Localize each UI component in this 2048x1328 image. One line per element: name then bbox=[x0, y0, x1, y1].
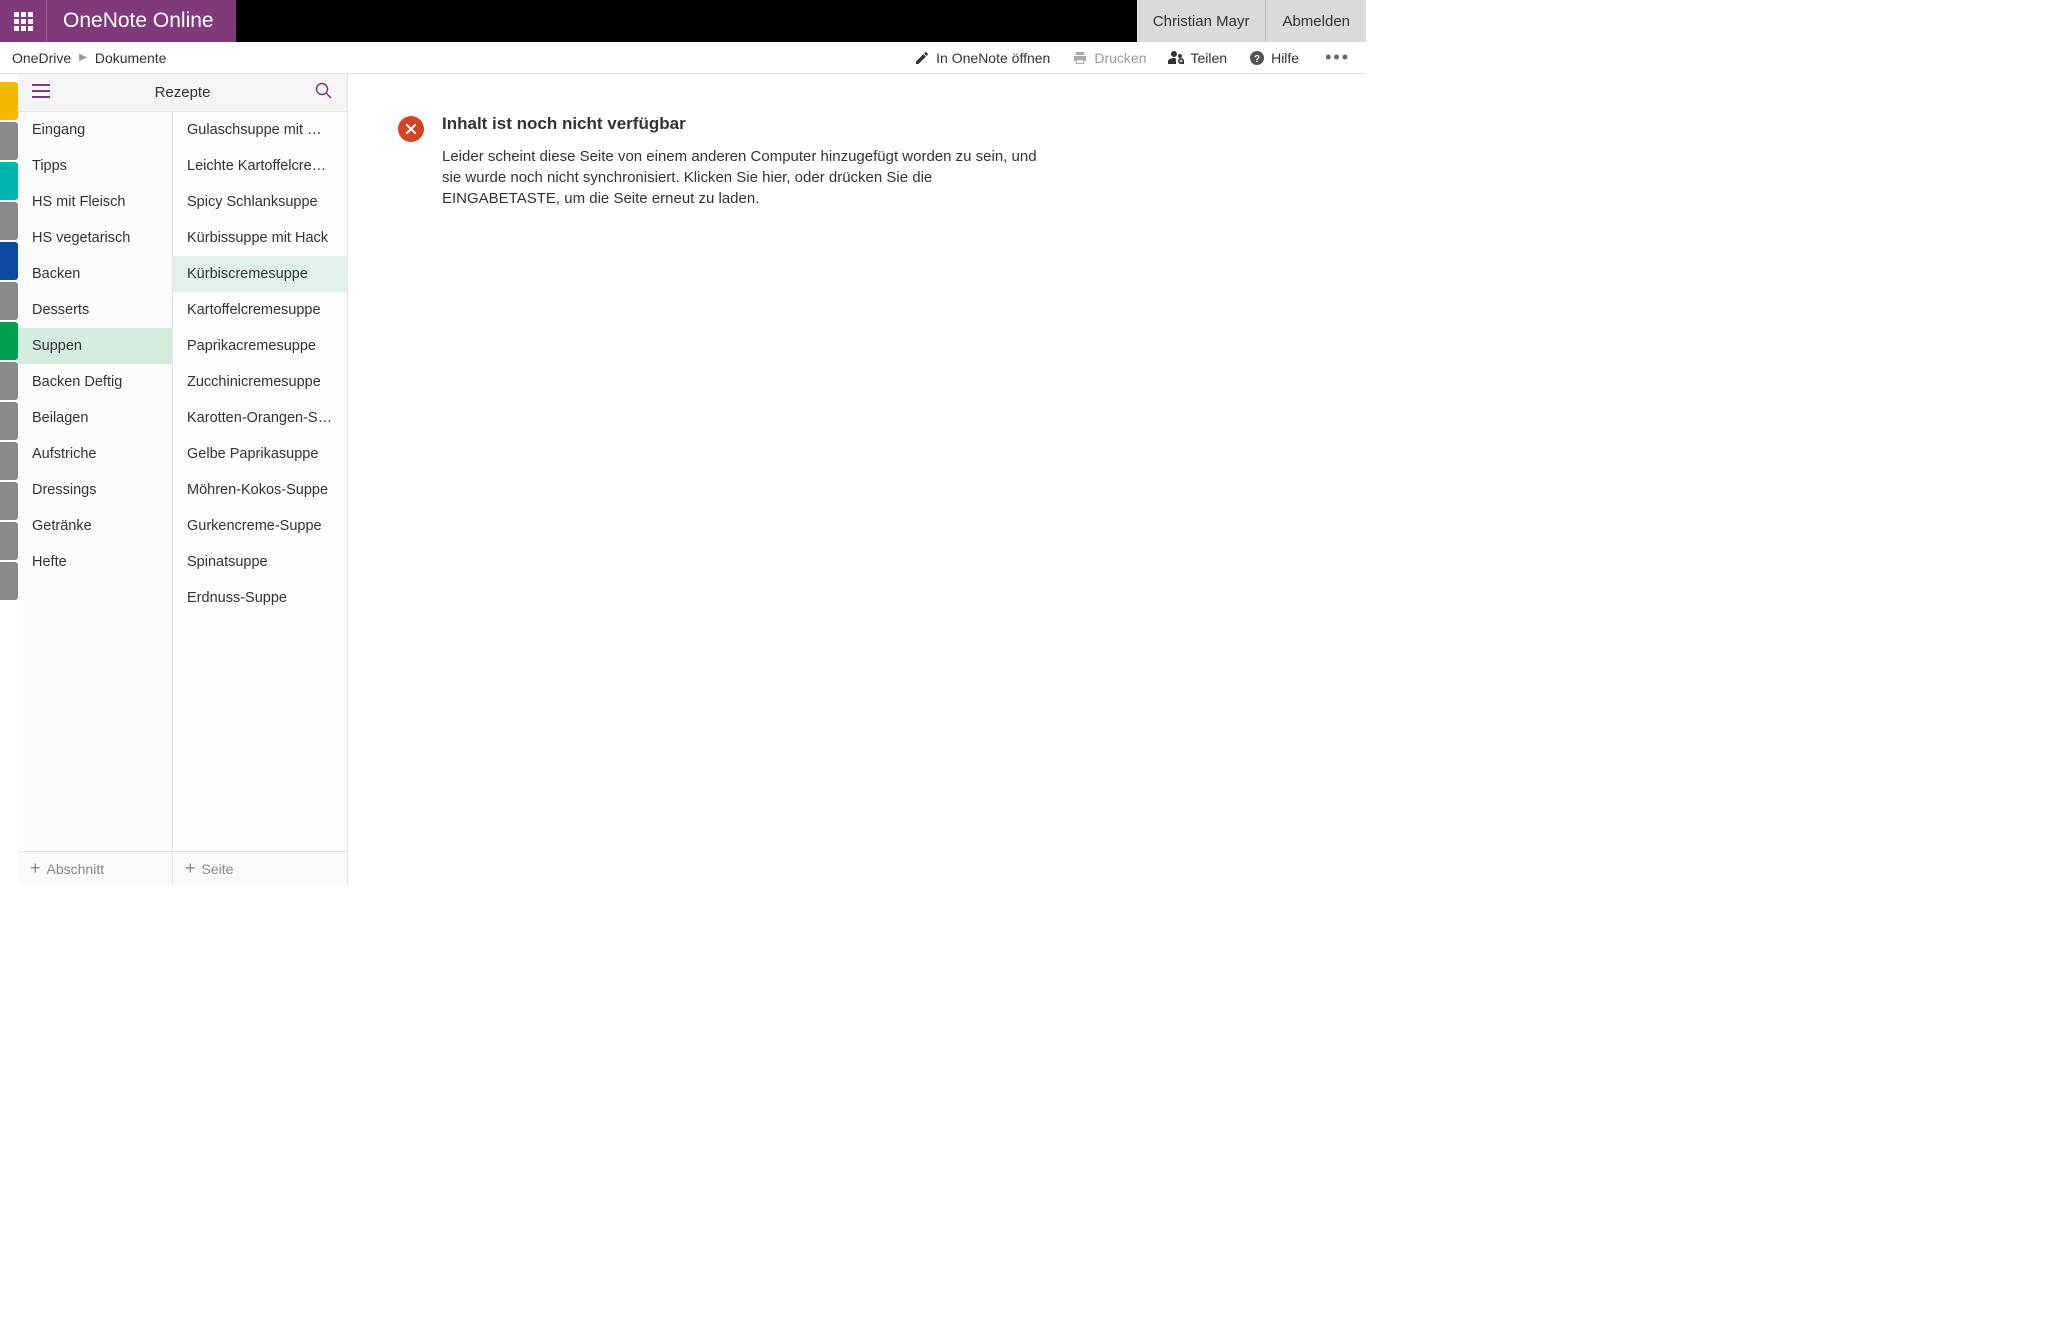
notebook-title: Rezepte bbox=[54, 84, 311, 101]
add-page-button[interactable]: + Seite bbox=[173, 852, 347, 885]
section-item[interactable]: Backen Deftig bbox=[18, 364, 172, 400]
top-header: OneNote Online Christian Mayr Abmelden bbox=[0, 0, 1366, 42]
error-panel: Inhalt ist noch nicht verfügbar Leider s… bbox=[398, 114, 1038, 209]
section-color-tab[interactable] bbox=[0, 362, 18, 400]
section-color-strip bbox=[0, 74, 18, 885]
help-icon: ? bbox=[1249, 50, 1265, 66]
section-item[interactable]: Getränke bbox=[18, 508, 172, 544]
page-item[interactable]: Gulaschsuppe mit Mini… bbox=[173, 112, 347, 148]
page-item[interactable]: Erdnuss-Suppe bbox=[173, 580, 347, 616]
page-item[interactable]: Möhren-Kokos-Suppe bbox=[173, 472, 347, 508]
pencil-icon bbox=[914, 50, 930, 66]
ellipsis-icon: ••• bbox=[1325, 47, 1350, 67]
section-color-tab[interactable] bbox=[0, 162, 18, 200]
add-page-label: Seite bbox=[202, 861, 234, 877]
printer-icon bbox=[1072, 50, 1088, 66]
section-color-tab[interactable] bbox=[0, 522, 18, 560]
section-item[interactable]: Tipps bbox=[18, 148, 172, 184]
pages-list[interactable]: Gulaschsuppe mit Mini…Leichte Kartoffelc… bbox=[173, 112, 347, 851]
sections-list: EingangTippsHS mit FleischHS vegetarisch… bbox=[18, 112, 173, 851]
pages-list-container: Gulaschsuppe mit Mini…Leichte Kartoffelc… bbox=[173, 112, 347, 851]
page-item[interactable]: Kartoffelcremesuppe bbox=[173, 292, 347, 328]
section-color-tab[interactable] bbox=[0, 402, 18, 440]
section-item[interactable]: HS vegetarisch bbox=[18, 220, 172, 256]
section-item[interactable]: Beilagen bbox=[18, 400, 172, 436]
chevron-right-icon: ▶ bbox=[79, 52, 87, 63]
section-color-tab[interactable] bbox=[0, 322, 18, 360]
add-section-label: Abschnitt bbox=[47, 861, 105, 877]
waffle-icon bbox=[14, 12, 33, 31]
section-item[interactable]: Hefte bbox=[18, 544, 172, 580]
print-button[interactable]: Drucken bbox=[1072, 50, 1146, 66]
plus-icon: + bbox=[185, 858, 196, 879]
share-label: Teilen bbox=[1190, 50, 1227, 66]
more-menu-button[interactable]: ••• bbox=[1321, 47, 1354, 68]
page-item[interactable]: Kürbissuppe mit Hack bbox=[173, 220, 347, 256]
app-launcher-button[interactable] bbox=[0, 0, 46, 42]
section-color-tab[interactable] bbox=[0, 562, 18, 600]
help-label: Hilfe bbox=[1271, 50, 1299, 66]
nav-menu-button[interactable] bbox=[28, 80, 54, 105]
section-color-tab[interactable] bbox=[0, 242, 18, 280]
svg-text:?: ? bbox=[1254, 54, 1260, 65]
share-button[interactable]: Teilen bbox=[1168, 50, 1227, 66]
section-item[interactable]: Backen bbox=[18, 256, 172, 292]
breadcrumb-root[interactable]: OneDrive bbox=[12, 50, 71, 66]
open-in-onenote-label: In OneNote öffnen bbox=[936, 50, 1050, 66]
section-color-tab[interactable] bbox=[0, 482, 18, 520]
open-in-onenote-button[interactable]: In OneNote öffnen bbox=[914, 50, 1050, 66]
page-item[interactable]: Leichte Kartoffelcreme… bbox=[173, 148, 347, 184]
breadcrumb-folder[interactable]: Dokumente bbox=[95, 50, 167, 66]
user-name-button[interactable]: Christian Mayr bbox=[1137, 0, 1267, 42]
page-item[interactable]: Gurkencreme-Suppe bbox=[173, 508, 347, 544]
toolbar-actions: In OneNote öffnen Drucken Teilen ? Hilfe… bbox=[914, 47, 1354, 68]
app-title: OneNote Online bbox=[46, 0, 236, 42]
section-color-tab[interactable] bbox=[0, 442, 18, 480]
add-section-button[interactable]: + Abschnitt bbox=[18, 852, 173, 885]
toolbar-row: OneDrive ▶ Dokumente In OneNote öffnen D… bbox=[0, 42, 1366, 74]
hamburger-icon bbox=[32, 84, 50, 98]
section-item[interactable]: Suppen bbox=[18, 328, 172, 364]
error-icon bbox=[398, 116, 424, 142]
page-item[interactable]: Spicy Schlanksuppe bbox=[173, 184, 347, 220]
help-button[interactable]: ? Hilfe bbox=[1249, 50, 1299, 66]
page-item[interactable]: Paprikacremesuppe bbox=[173, 328, 347, 364]
content-area[interactable]: Inhalt ist noch nicht verfügbar Leider s… bbox=[348, 74, 1366, 885]
section-item[interactable]: Eingang bbox=[18, 112, 172, 148]
page-item[interactable]: Karotten-Orangen-Sup… bbox=[173, 400, 347, 436]
section-color-tab[interactable] bbox=[0, 202, 18, 240]
signout-button[interactable]: Abmelden bbox=[1266, 0, 1366, 42]
section-item[interactable]: Aufstriche bbox=[18, 436, 172, 472]
error-body[interactable]: Leider scheint diese Seite von einem and… bbox=[442, 146, 1038, 209]
page-item[interactable]: Gelbe Paprikasuppe bbox=[173, 436, 347, 472]
breadcrumb: OneDrive ▶ Dokumente bbox=[12, 50, 166, 66]
section-item[interactable]: Dressings bbox=[18, 472, 172, 508]
page-item[interactable]: Zucchinicremesuppe bbox=[173, 364, 347, 400]
section-color-tab[interactable] bbox=[0, 282, 18, 320]
section-item[interactable]: Desserts bbox=[18, 292, 172, 328]
section-color-tab[interactable] bbox=[0, 122, 18, 160]
share-icon bbox=[1168, 50, 1184, 66]
print-label: Drucken bbox=[1094, 50, 1146, 66]
search-icon bbox=[315, 82, 333, 100]
plus-icon: + bbox=[30, 858, 41, 879]
nav-header: Rezepte bbox=[18, 74, 347, 112]
user-area: Christian Mayr Abmelden bbox=[1137, 0, 1366, 42]
page-item[interactable]: Spinatsuppe bbox=[173, 544, 347, 580]
page-item[interactable]: Kürbiscremesuppe bbox=[173, 256, 347, 292]
error-title: Inhalt ist noch nicht verfügbar bbox=[442, 114, 1038, 134]
search-button[interactable] bbox=[311, 78, 337, 107]
nav-panel: Rezepte EingangTippsHS mit FleischHS veg… bbox=[18, 74, 348, 885]
section-item[interactable]: HS mit Fleisch bbox=[18, 184, 172, 220]
nav-footer: + Abschnitt + Seite bbox=[18, 851, 347, 885]
section-color-tab[interactable] bbox=[0, 82, 18, 120]
